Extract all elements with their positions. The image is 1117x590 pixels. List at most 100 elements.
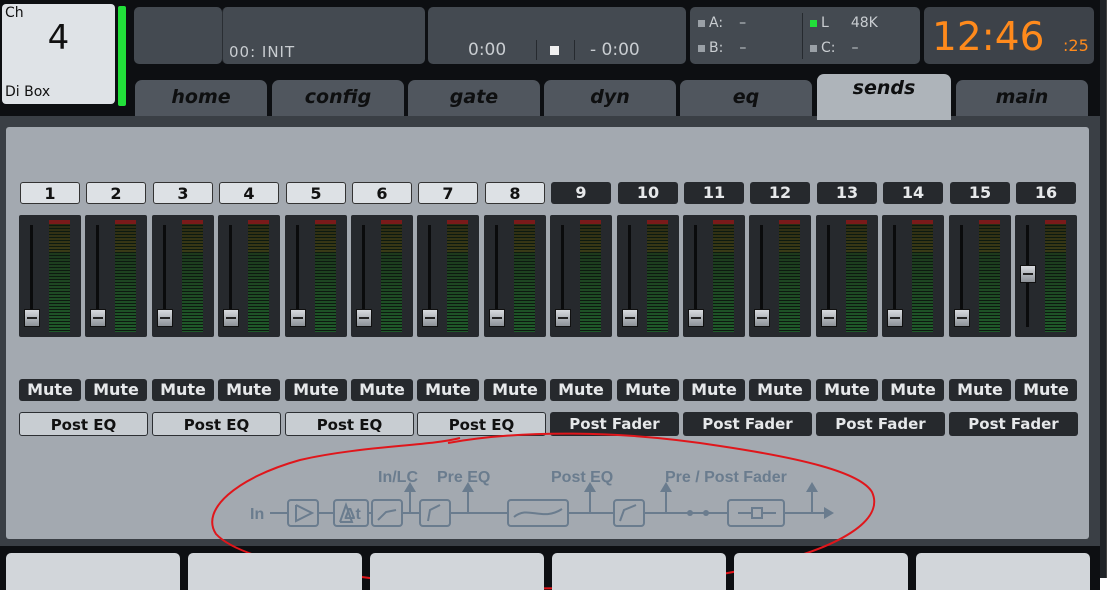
clock-time: 12:46 xyxy=(932,15,1045,60)
tab-home[interactable]: home xyxy=(135,80,267,118)
bus-number: 5 xyxy=(286,182,346,204)
level-meter xyxy=(1045,220,1066,332)
send-fader[interactable] xyxy=(218,215,280,337)
mute-button[interactable]: Mute xyxy=(749,379,811,401)
fader-knob[interactable] xyxy=(622,309,638,327)
tab-gate[interactable]: gate xyxy=(408,80,540,118)
softkey-4[interactable] xyxy=(552,553,726,590)
bus-number: 8 xyxy=(485,182,545,204)
send-fader[interactable] xyxy=(617,215,679,337)
channel-color-bar xyxy=(118,6,126,106)
fader-knob[interactable] xyxy=(90,309,106,327)
fader-knob[interactable] xyxy=(290,309,306,327)
send-fader[interactable] xyxy=(882,215,944,337)
transport-display[interactable]: 0:00 - 0:00 xyxy=(428,7,686,64)
send-fader[interactable] xyxy=(152,215,214,337)
fader-knob[interactable] xyxy=(887,309,903,327)
mute-button[interactable]: Mute xyxy=(218,379,280,401)
softkey-2[interactable] xyxy=(188,553,362,590)
send-fader[interactable] xyxy=(19,215,81,337)
mute-button[interactable]: Mute xyxy=(882,379,944,401)
mute-button[interactable]: Mute xyxy=(417,379,479,401)
send-fader[interactable] xyxy=(85,215,147,337)
status-a-value: – xyxy=(739,15,747,31)
send-fader[interactable] xyxy=(683,215,745,337)
send-fader[interactable] xyxy=(949,215,1011,337)
fader-knob[interactable] xyxy=(157,309,173,327)
tab-main[interactable]: main xyxy=(956,80,1088,118)
send-fader[interactable] xyxy=(417,215,479,337)
mute-button[interactable]: Mute xyxy=(152,379,214,401)
fader-knob[interactable] xyxy=(555,309,571,327)
mute-button[interactable]: Mute xyxy=(85,379,147,401)
send-fader[interactable] xyxy=(285,215,347,337)
status-b-value: – xyxy=(739,40,747,56)
mute-button[interactable]: Mute xyxy=(19,379,81,401)
send-fader[interactable] xyxy=(351,215,413,337)
send-fader[interactable] xyxy=(550,215,612,337)
bus-number: 7 xyxy=(418,182,478,204)
tap-select-button[interactable]: Post Fader xyxy=(816,412,945,436)
softkey-3[interactable] xyxy=(370,553,544,590)
tap-select-button[interactable]: Post EQ xyxy=(417,412,546,436)
fader-knob-line xyxy=(757,317,767,319)
mute-button[interactable]: Mute xyxy=(285,379,347,401)
softkey-1[interactable] xyxy=(6,553,180,590)
level-meter xyxy=(49,220,70,332)
level-meter xyxy=(115,220,136,332)
channel-display[interactable]: Ch 4 Di Box xyxy=(2,4,115,104)
fader-knob[interactable] xyxy=(821,309,837,327)
fader-knob-line xyxy=(160,317,170,319)
tab-dyn[interactable]: dyn xyxy=(544,80,676,118)
bus-number: 15 xyxy=(950,182,1010,204)
scene-display[interactable]: 00: INIT xyxy=(222,7,425,64)
level-meter xyxy=(447,220,468,332)
tap-select-button[interactable]: Post EQ xyxy=(285,412,414,436)
mute-button[interactable]: Mute xyxy=(550,379,612,401)
tap-select-button[interactable]: Post Fader xyxy=(550,412,679,436)
level-meter xyxy=(979,220,1000,332)
fader-knob[interactable] xyxy=(754,309,770,327)
bus-number: 6 xyxy=(352,182,412,204)
send-fader[interactable] xyxy=(484,215,546,337)
tap-select-button[interactable]: Post Fader xyxy=(949,412,1078,436)
mute-button[interactable]: Mute xyxy=(351,379,413,401)
fader-knob[interactable] xyxy=(1020,265,1036,283)
fader-knob[interactable] xyxy=(688,309,704,327)
mute-button[interactable]: Mute xyxy=(816,379,878,401)
bus-number: 14 xyxy=(883,182,943,204)
send-fader[interactable] xyxy=(749,215,811,337)
mute-button[interactable]: Mute xyxy=(617,379,679,401)
tap-select-button[interactable]: Post EQ xyxy=(152,412,281,436)
softkey-5[interactable] xyxy=(734,553,908,590)
tab-eq[interactable]: eq xyxy=(680,80,812,118)
fader-knob[interactable] xyxy=(489,309,505,327)
fader-knob[interactable] xyxy=(223,309,239,327)
mute-button[interactable]: Mute xyxy=(949,379,1011,401)
mute-button[interactable]: Mute xyxy=(484,379,546,401)
level-meter xyxy=(248,220,269,332)
tap-select-button[interactable]: Post Fader xyxy=(683,412,812,436)
bus-number: 10 xyxy=(618,182,678,204)
fader-knob-line xyxy=(93,317,103,319)
fader-knob[interactable] xyxy=(24,309,40,327)
tab-config[interactable]: config xyxy=(272,80,404,118)
fader-knob-line xyxy=(492,317,502,319)
send-fader[interactable] xyxy=(816,215,878,337)
fader-knob[interactable] xyxy=(422,309,438,327)
mute-button[interactable]: Mute xyxy=(1015,379,1077,401)
remaining-time: - 0:00 xyxy=(590,40,640,60)
fader-knob-line xyxy=(957,317,967,319)
status-c-icon xyxy=(810,44,817,52)
send-fader[interactable] xyxy=(1015,215,1077,337)
fader-knob-line xyxy=(27,317,37,319)
fader-knob[interactable] xyxy=(954,309,970,327)
tap-select-button[interactable]: Post EQ xyxy=(19,412,148,436)
mute-button[interactable]: Mute xyxy=(683,379,745,401)
tab-sends[interactable]: sends xyxy=(817,74,951,120)
status-l-label: L xyxy=(821,15,829,31)
fader-knob[interactable] xyxy=(356,309,372,327)
status-c-label: C: xyxy=(821,40,836,56)
softkey-6[interactable] xyxy=(916,553,1090,590)
channel-number: 4 xyxy=(47,18,70,58)
